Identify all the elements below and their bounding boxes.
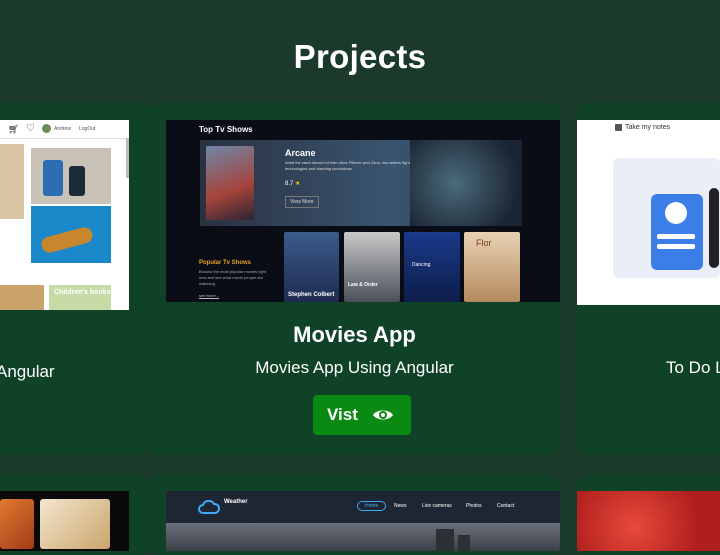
star-icon: ★ xyxy=(295,181,301,187)
project-card-food xyxy=(0,475,149,555)
nav-home[interactable]: Home xyxy=(357,501,387,511)
project-thumbnail-red[interactable] xyxy=(577,491,720,551)
view-more-button[interactable]: View More xyxy=(285,196,319,208)
project-description: To Do L xyxy=(666,358,720,377)
cloud-icon xyxy=(198,500,220,514)
featured-show-banner: Arcane Amid the stark discord of twin ci… xyxy=(200,140,522,226)
project-description: Angular xyxy=(0,362,55,381)
heart-icon: ♡ xyxy=(26,123,35,134)
poster-1[interactable]: Stephen Colbert xyxy=(284,232,339,302)
weather-brand: Weather xyxy=(224,499,248,505)
weather-navbar: Weather Home News Live cameras Photos Co… xyxy=(166,491,560,523)
featured-poster xyxy=(206,146,254,220)
project-card-movies: Top Tv Shows Arcane Amid the stark disco… xyxy=(149,103,560,455)
weather-hero xyxy=(166,523,560,551)
todo-logo-icon xyxy=(615,124,622,131)
popular-description: Browse the most popular movies right now… xyxy=(199,269,266,286)
project-card-red xyxy=(577,475,720,555)
product-category-card: Children's books xyxy=(49,285,111,310)
nav-live-cameras[interactable]: Live cameras xyxy=(422,503,452,509)
project-card-weather: Weather Home News Live cameras Photos Co… xyxy=(149,475,560,555)
project-thumbnail-food[interactable] xyxy=(0,491,129,551)
poster-3[interactable]: Dancing xyxy=(404,232,460,302)
product-image-luggage xyxy=(31,148,111,204)
project-thumbnail-movies[interactable]: Top Tv Shows Arcane Amid the stark disco… xyxy=(166,120,560,302)
top-tv-heading: Top Tv Shows xyxy=(199,125,253,134)
page-title: Projects xyxy=(293,38,427,75)
product-image-bottom xyxy=(0,285,44,310)
logout-link: LogOut xyxy=(79,126,96,132)
project-card-ecommerce: 🛒︎ ♡ Andrew LogOut Children's books Angu… xyxy=(0,103,149,455)
featured-rating: 8.7 ★ xyxy=(285,181,301,187)
poster-2[interactable]: Law & Order xyxy=(344,232,400,302)
product-image-bag xyxy=(0,144,24,219)
visit-button[interactable]: Vist xyxy=(313,395,411,435)
project-thumbnail-todo[interactable]: Take my notes xyxy=(577,120,720,305)
project-thumbnail-ecommerce[interactable]: 🛒︎ ♡ Andrew LogOut Children's books xyxy=(0,120,129,310)
project-name: Movies App xyxy=(293,322,416,347)
visit-button-label: Vist xyxy=(327,405,358,424)
nav-contact[interactable]: Contact xyxy=(497,503,514,509)
user-name: Andrew xyxy=(54,126,71,132)
product-image-guitar xyxy=(31,206,111,263)
nav-photos[interactable]: Photos xyxy=(466,503,482,509)
avatar xyxy=(42,124,51,133)
ecommerce-navbar: 🛒︎ ♡ Andrew LogOut xyxy=(0,120,129,139)
project-description: Movies App Using Angular xyxy=(255,358,454,377)
todo-brand: Take my notes xyxy=(625,124,671,131)
nav-news[interactable]: News xyxy=(394,503,407,509)
poster-4[interactable]: Flor xyxy=(464,232,520,302)
featured-art xyxy=(410,140,522,226)
todo-illustration xyxy=(613,158,720,278)
project-thumbnail-weather[interactable]: Weather Home News Live cameras Photos Co… xyxy=(166,491,560,551)
scrollbar[interactable] xyxy=(126,138,129,178)
project-card-todo: Take my notes To Do L xyxy=(577,103,720,455)
popular-tv-heading: Popular Tv Shows xyxy=(199,260,252,266)
cart-icon: 🛒︎ xyxy=(8,124,20,134)
eye-icon xyxy=(372,410,393,420)
featured-title: Arcane xyxy=(285,148,316,158)
popular-see-more-link[interactable]: see More... xyxy=(199,293,219,298)
